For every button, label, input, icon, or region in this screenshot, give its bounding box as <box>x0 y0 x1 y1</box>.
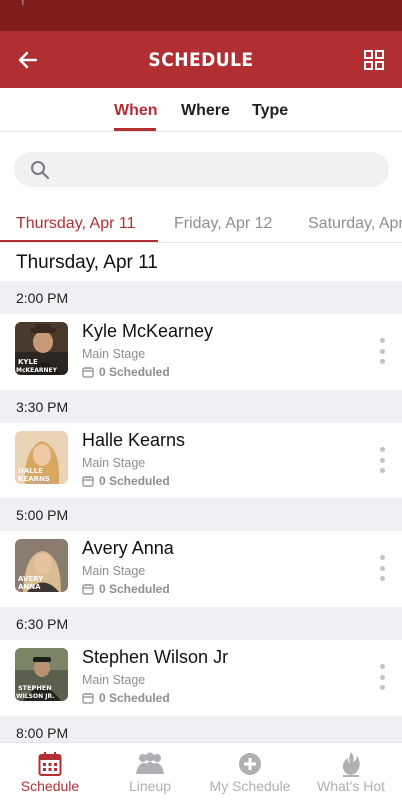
dot-icon <box>379 468 385 473</box>
nav-schedule[interactable]: Schedule <box>0 743 100 801</box>
scheduled-count: 0 Scheduled <box>82 582 170 596</box>
time-label: 3:30 PM <box>16 399 69 415</box>
svg-text:McKEARNEY: McKEARNEY <box>16 367 58 374</box>
active-day-indicator <box>0 240 158 242</box>
people-icon <box>136 752 164 774</box>
event-row[interactable]: KYLE McKEARNEY Kyle McKearney Main Stage… <box>0 314 402 390</box>
event-row[interactable]: AVERY ANNA Avery Anna Main Stage 0 Sched… <box>0 531 402 607</box>
calendar-icon <box>82 367 94 378</box>
day-tab-thursday[interactable]: Thursday, Apr 11 <box>16 215 135 233</box>
artist-photo: HALLE KEARNS <box>15 431 68 484</box>
status-glyph: ↑ <box>20 0 26 8</box>
stage-name: Main Stage <box>82 673 146 687</box>
nav-label: Schedule <box>20 778 80 794</box>
page-title: SCHEDULE <box>148 48 254 71</box>
dot-icon <box>379 664 385 669</box>
more-options-button[interactable] <box>374 336 390 366</box>
dot-icon <box>379 348 385 354</box>
search-input[interactable] <box>64 152 374 187</box>
app-header: SCHEDULE <box>0 31 402 88</box>
search-bar[interactable] <box>14 152 389 187</box>
stage-name: Main Stage <box>82 456 146 470</box>
svg-text:AVERY: AVERY <box>18 575 44 583</box>
scheduled-count: 0 Scheduled <box>82 691 170 705</box>
search-icon <box>31 161 50 180</box>
filter-tabs: When Where Type <box>0 88 402 132</box>
flame-icon <box>342 752 360 777</box>
day-heading: Thursday, Apr 11 <box>16 252 158 273</box>
svg-text:KEARNS: KEARNS <box>18 475 50 483</box>
nav-label: What's Hot <box>316 778 386 794</box>
svg-text:STEPHEN: STEPHEN <box>18 684 52 692</box>
more-options-button[interactable] <box>374 445 390 475</box>
grid-view-button[interactable] <box>346 31 402 88</box>
calendar-icon <box>82 584 94 595</box>
time-header: 6:30 PM <box>0 607 402 640</box>
time-label: 2:00 PM <box>16 290 69 306</box>
svg-text:WILSON JR.: WILSON JR. <box>16 693 54 700</box>
dot-icon <box>379 457 385 463</box>
day-tabs: Thursday, Apr 11 Friday, Apr 12 Saturday… <box>0 205 402 243</box>
dot-icon <box>379 555 385 560</box>
artist-name: Stephen Wilson Jr <box>82 647 229 667</box>
nav-my-schedule[interactable]: My Schedule <box>200 743 300 801</box>
scheduled-count-label: 0 Scheduled <box>99 365 170 379</box>
event-row[interactable]: HALLE KEARNS Halle Kearns Main Stage 0 S… <box>0 423 402 499</box>
time-header: 2:00 PM <box>0 281 402 314</box>
artist-photo: KYLE McKEARNEY <box>15 322 68 375</box>
scheduled-count-label: 0 Scheduled <box>99 582 170 596</box>
time-label: 5:00 PM <box>16 507 69 523</box>
nav-whats-hot[interactable]: What's Hot <box>300 743 402 801</box>
dot-icon <box>379 338 385 343</box>
svg-text:KYLE: KYLE <box>18 358 38 366</box>
svg-text:HALLE: HALLE <box>18 467 43 475</box>
calendar-icon <box>82 476 94 487</box>
day-tab-friday[interactable]: Friday, Apr 12 <box>174 215 272 233</box>
scheduled-count-label: 0 Scheduled <box>99 691 170 705</box>
day-tab-saturday[interactable]: Saturday, Apr <box>308 215 402 233</box>
artist-name: Avery Anna <box>82 538 174 558</box>
dot-icon <box>379 359 385 364</box>
artist-name: Kyle McKearney <box>82 321 214 341</box>
artist-name: Halle Kearns <box>82 430 186 450</box>
grid-icon <box>364 49 384 70</box>
stage-name: Main Stage <box>82 347 146 361</box>
dot-icon <box>379 674 385 680</box>
stage-name: Main Stage <box>82 564 146 578</box>
svg-text:ANNA: ANNA <box>18 583 41 591</box>
dot-icon <box>379 447 385 452</box>
nav-lineup[interactable]: Lineup <box>100 743 200 801</box>
dot-icon <box>379 565 385 571</box>
bottom-nav: Schedule Lineup My Schedule What's Hot <box>0 742 402 800</box>
calendar-icon <box>82 693 94 704</box>
time-label: 8:00 PM <box>16 725 69 741</box>
calendar-icon <box>38 752 62 776</box>
event-row[interactable]: STEPHEN WILSON JR. Stephen Wilson Jr Mai… <box>0 640 402 716</box>
active-tab-indicator <box>114 128 156 131</box>
dot-icon <box>379 576 385 581</box>
more-options-button[interactable] <box>374 662 390 692</box>
plus-circle-icon <box>239 753 261 775</box>
nav-label: My Schedule <box>209 778 291 794</box>
nav-label: Lineup <box>128 778 172 794</box>
scheduled-count: 0 Scheduled <box>82 365 170 379</box>
artist-photo: STEPHEN WILSON JR. <box>15 648 68 701</box>
time-header: 3:30 PM <box>0 390 402 423</box>
dot-icon <box>379 685 385 690</box>
artist-photo: AVERY ANNA <box>15 539 68 592</box>
time-label: 6:30 PM <box>16 616 69 632</box>
time-header: 5:00 PM <box>0 498 402 531</box>
more-options-button[interactable] <box>374 553 390 583</box>
scheduled-count: 0 Scheduled <box>82 474 170 488</box>
status-bar: ↑ <box>0 0 402 31</box>
tab-where[interactable]: Where <box>181 102 230 120</box>
scheduled-count-label: 0 Scheduled <box>99 474 170 488</box>
tab-when[interactable]: When <box>114 102 158 120</box>
tab-type[interactable]: Type <box>252 102 288 120</box>
